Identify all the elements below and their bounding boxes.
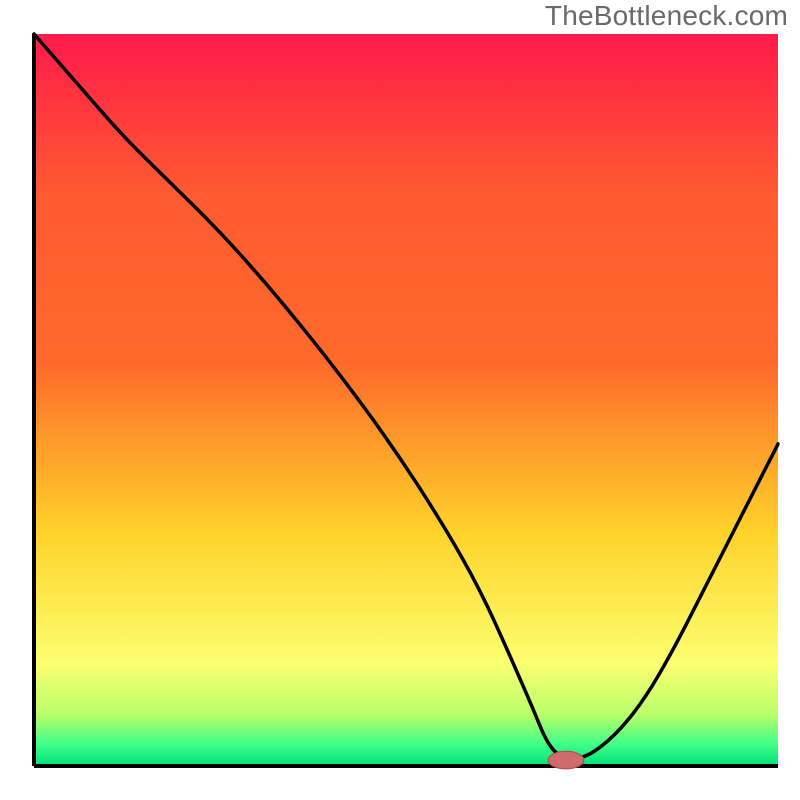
watermark-text: TheBottleneck.com <box>545 0 788 32</box>
bottleneck-chart <box>0 0 800 800</box>
optimum-marker <box>548 751 584 769</box>
plot-background <box>34 34 778 766</box>
chart-frame: TheBottleneck.com <box>0 0 800 800</box>
